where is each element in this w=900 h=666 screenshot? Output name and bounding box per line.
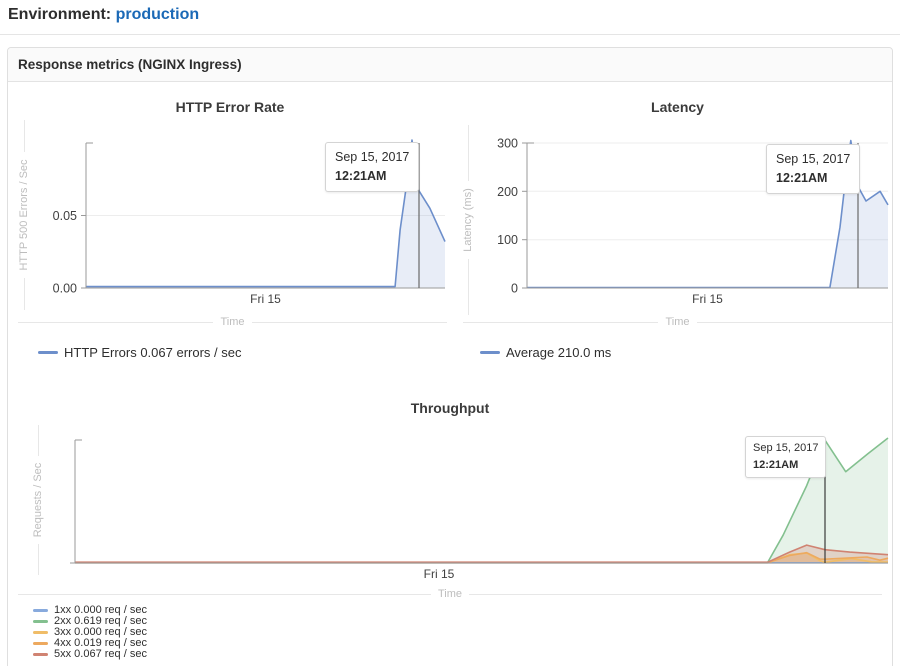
svg-text:0.05: 0.05 bbox=[53, 209, 77, 223]
legend-item: Average 210.0 ms bbox=[480, 345, 611, 360]
environment-label: Environment: bbox=[8, 6, 111, 23]
environment-header: Environment: production bbox=[8, 6, 199, 24]
legend-label: 5xx 0.067 req / sec bbox=[54, 649, 147, 660]
chart-tooltip: Sep 15, 2017 12:21AM bbox=[745, 436, 826, 478]
tooltip-time: 12:21AM bbox=[776, 170, 850, 186]
legend-item: 5xx 0.067 req / sec bbox=[33, 649, 147, 660]
svg-text:0: 0 bbox=[511, 282, 518, 296]
chart-tooltip: Sep 15, 2017 12:21AM bbox=[325, 142, 419, 192]
http-error-rate-plot-area[interactable]: 0.00 0.05 Fri 15 bbox=[10, 95, 450, 310]
svg-text:300: 300 bbox=[497, 137, 518, 151]
environment-link[interactable]: production bbox=[116, 6, 200, 23]
legend-swatch bbox=[33, 653, 48, 656]
svg-text:Fri 15: Fri 15 bbox=[250, 292, 281, 306]
tooltip-date: Sep 15, 2017 bbox=[776, 151, 850, 167]
legend-swatch bbox=[33, 609, 48, 612]
throughput-plot-area[interactable]: Fri 15 bbox=[10, 390, 890, 585]
tooltip-date: Sep 15, 2017 bbox=[753, 441, 818, 455]
svg-text:0.00: 0.00 bbox=[53, 282, 77, 296]
latency-plot-area[interactable]: 0 100 200 300 Fri 15 bbox=[455, 95, 900, 310]
svg-text:Fri 15: Fri 15 bbox=[692, 292, 723, 306]
chart-throughput: Throughput Fri 15 Requests / Sec Time 1x… bbox=[10, 390, 890, 666]
svg-text:100: 100 bbox=[497, 233, 518, 247]
legend-label: HTTP Errors 0.067 errors / sec bbox=[64, 345, 241, 360]
y-axis-label: Latency (ms) bbox=[462, 125, 474, 315]
legend-label: Average 210.0 ms bbox=[506, 345, 611, 360]
panel-title: Response metrics (NGINX Ingress) bbox=[8, 48, 892, 82]
header-divider bbox=[0, 34, 900, 35]
chart-legend: Average 210.0 ms bbox=[480, 345, 611, 360]
y-axis-label: HTTP 500 Errors / Sec bbox=[18, 120, 30, 310]
page: Environment: production Response metrics… bbox=[0, 0, 900, 666]
legend-swatch bbox=[38, 351, 58, 354]
chart-http-error-rate: HTTP Error Rate 0.000.05Fri 15 HTTP 500 … bbox=[10, 95, 450, 370]
svg-text:Fri 15: Fri 15 bbox=[424, 567, 455, 581]
tooltip-date: Sep 15, 2017 bbox=[335, 149, 409, 165]
x-axis-label: Time bbox=[18, 316, 447, 328]
legend-swatch bbox=[33, 620, 48, 623]
legend-item: HTTP Errors 0.067 errors / sec bbox=[38, 345, 241, 360]
svg-text:200: 200 bbox=[497, 185, 518, 199]
chart-legend: 1xx 0.000 req / sec2xx 0.619 req / sec3x… bbox=[33, 605, 147, 660]
chart-latency: Latency 0100200300Fri 15 Latency (ms) Ti… bbox=[455, 95, 900, 370]
chart-legend: HTTP Errors 0.067 errors / sec bbox=[38, 345, 241, 360]
chart-tooltip: Sep 15, 2017 12:21AM bbox=[766, 144, 860, 194]
legend-swatch bbox=[33, 631, 48, 634]
y-axis-label: Requests / Sec bbox=[32, 425, 44, 575]
tooltip-time: 12:21AM bbox=[335, 168, 409, 184]
tooltip-time: 12:21AM bbox=[753, 458, 818, 472]
legend-swatch bbox=[33, 642, 48, 645]
x-axis-label: Time bbox=[463, 316, 892, 328]
legend-swatch bbox=[480, 351, 500, 354]
x-axis-label: Time bbox=[18, 588, 882, 600]
